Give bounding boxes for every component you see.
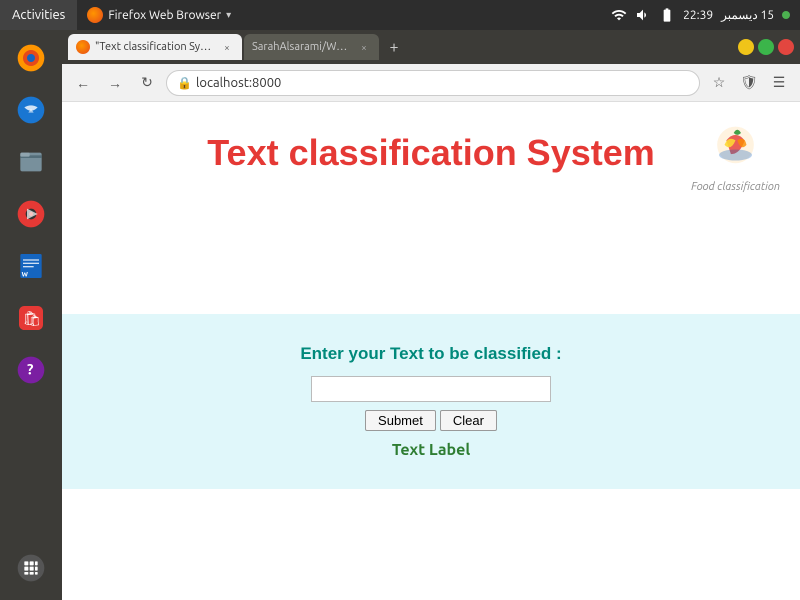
page-content: Text classification System Food classifi… [62, 102, 800, 600]
activities-label: Activities [12, 8, 65, 22]
volume-icon [635, 7, 651, 23]
active-tab[interactable]: "Text classification System" × [68, 34, 242, 60]
taskbar: Activities Firefox Web Browser ▾ 22:39 1… [0, 0, 800, 30]
clock: 22:39 [683, 9, 713, 22]
sidebar: W 🛍 ? [0, 30, 62, 600]
network-icon [611, 7, 627, 23]
sidebar-item-rhythmbox[interactable] [7, 190, 55, 238]
minimize-button[interactable]: − [738, 39, 754, 55]
clear-button[interactable]: Clear [440, 410, 497, 431]
forward-button[interactable]: → [102, 70, 128, 96]
result-label: Text Label [392, 441, 470, 459]
minimize-label: − [743, 42, 749, 53]
sidebar-item-grid[interactable] [7, 544, 55, 592]
tab-favicon [76, 40, 90, 54]
thunderbird-icon [15, 94, 47, 126]
reload-icon: ↻ [141, 74, 153, 91]
close-button[interactable]: × [778, 39, 794, 55]
browser-label: Firefox Web Browser [108, 9, 221, 22]
firefox-icon [87, 7, 103, 23]
forward-icon: → [108, 75, 122, 91]
form-section: Enter your Text to be classified : Subme… [62, 314, 800, 489]
page-title: Text classification System [207, 132, 655, 174]
firefox-icon [15, 42, 47, 74]
logo-text: Food classification [691, 181, 780, 193]
dropdown-icon: ▾ [226, 9, 231, 21]
svg-text:🛍: 🛍 [22, 309, 41, 326]
window-controls: − □ × [738, 39, 794, 55]
text-classification-input[interactable] [311, 376, 551, 402]
maximize-button[interactable]: □ [758, 39, 774, 55]
url-text: localhost:8000 [196, 76, 281, 90]
address-bar: ← → ↻ 🔒 localhost:8000 ☆ 🛡 ☰ [62, 64, 800, 102]
food-logo [708, 122, 763, 177]
battery-icon [659, 7, 675, 23]
back-icon: ← [76, 75, 90, 91]
new-tab-symbol: + [389, 38, 398, 56]
browser-window: "Text classification System" × SarahAlsa… [62, 30, 800, 600]
back-button[interactable]: ← [70, 70, 96, 96]
inactive-tab-label: SarahAlsarami/Workshop-2... [252, 41, 352, 53]
active-tab-close[interactable]: × [220, 40, 234, 54]
notification-dot [782, 11, 790, 19]
button-row: Submet Clear [365, 410, 497, 431]
date: 15 دیسمبر [721, 8, 774, 22]
close-label: × [783, 42, 789, 53]
inactive-tab-close[interactable]: × [357, 40, 371, 54]
shield-icon[interactable]: 🛡 [736, 70, 762, 96]
new-tab-button[interactable]: + [381, 34, 407, 60]
rhythmbox-icon [15, 198, 47, 230]
sidebar-item-writer[interactable]: W [7, 242, 55, 290]
submit-button[interactable]: Submet [365, 410, 436, 431]
inactive-tab[interactable]: SarahAlsarami/Workshop-2... × [244, 34, 379, 60]
active-tab-label: "Text classification System" [95, 41, 215, 53]
form-label: Enter your Text to be classified : [300, 344, 561, 364]
menu-icon[interactable]: ☰ [766, 70, 792, 96]
appstore-icon: 🛍 [15, 302, 47, 334]
sidebar-item-thunderbird[interactable] [7, 86, 55, 134]
activities-button[interactable]: Activities [0, 0, 77, 30]
svg-text:?: ? [27, 361, 34, 378]
address-bar-icons: ☆ 🛡 ☰ [706, 70, 792, 96]
maximize-label: □ [763, 41, 769, 53]
reload-button[interactable]: ↻ [134, 70, 160, 96]
sidebar-item-files[interactable] [7, 138, 55, 186]
taskbar-right: 22:39 15 دیسمبر [611, 7, 800, 23]
svg-text:W: W [22, 272, 29, 279]
logo-area: Food classification [691, 122, 780, 193]
bookmark-icon[interactable]: ☆ [706, 70, 732, 96]
sidebar-item-firefox[interactable] [7, 34, 55, 82]
firefox-taskbar-button[interactable]: Firefox Web Browser ▾ [77, 0, 241, 30]
sidebar-item-appstore[interactable]: 🛍 [7, 294, 55, 342]
grid-icon [15, 552, 47, 584]
url-bar[interactable]: 🔒 localhost:8000 [166, 70, 700, 96]
writer-icon: W [15, 250, 47, 282]
tab-bar: "Text classification System" × SarahAlsa… [62, 30, 800, 64]
files-icon [15, 146, 47, 178]
sidebar-item-help[interactable]: ? [7, 346, 55, 394]
help-icon: ? [15, 354, 47, 386]
